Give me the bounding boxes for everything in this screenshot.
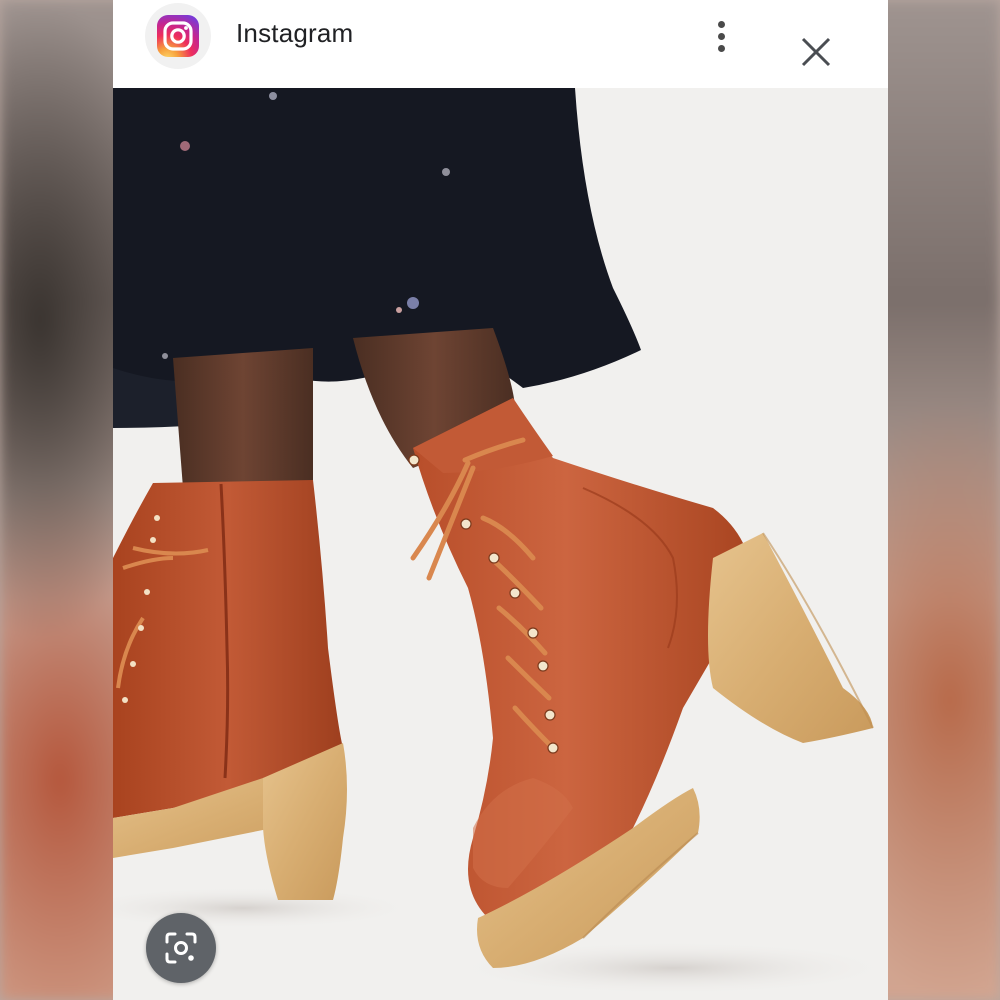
close-icon [801,37,831,67]
visual-search-button[interactable] [146,913,216,983]
close-button[interactable] [794,30,838,74]
boots-photo-illustration [113,88,888,1000]
google-lens-icon [165,932,197,964]
image-preview-card: Instagram [113,0,888,1000]
more-options-button[interactable] [705,14,737,58]
source-header: Instagram [113,0,888,88]
image-viewer-page: Instagram [0,0,1000,1000]
instagram-icon [157,15,199,57]
source-icon-container[interactable] [145,3,211,69]
more-vert-icon [717,20,725,28]
source-title[interactable]: Instagram [236,18,353,49]
product-photo[interactable] [113,88,888,1000]
